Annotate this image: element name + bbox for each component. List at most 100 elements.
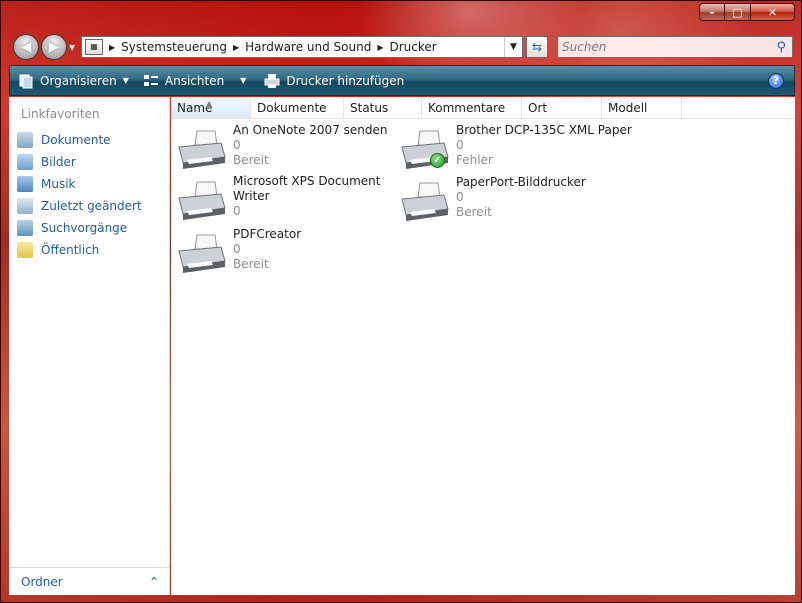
refresh-icon: ⇆ (531, 40, 543, 54)
recent-icon (17, 198, 33, 214)
printer-name-line2: Writer (233, 189, 270, 203)
folders-toggle[interactable]: Ordner ⌃ (9, 567, 169, 595)
printer-icon (178, 234, 226, 273)
column-header-row: ▲ Name Dokumente Status Kommentare Ort M… (171, 97, 795, 119)
printer-status: Bereit (456, 205, 492, 219)
minimize-button[interactable]: – (699, 3, 725, 21)
printer-item[interactable]: ✓ Brother DCP-135C XML Paper 0 Fehler (398, 123, 632, 171)
printer-item[interactable]: An OneNote 2007 senden 0 Bereit (175, 123, 387, 171)
printer-item[interactable]: PaperPort-Bilddrucker 0 Bereit (398, 175, 586, 223)
printer-documents: 0 (233, 242, 241, 256)
close-button[interactable]: ✕ (751, 3, 795, 21)
help-icon[interactable]: ? (768, 72, 784, 89)
column-label: Ort (528, 101, 548, 115)
crumb-separator-icon[interactable]: ▶ (377, 43, 383, 52)
add-printer-button[interactable]: Drucker hinzufügen (264, 66, 404, 95)
maximize-button[interactable]: □ (725, 3, 751, 21)
back-arrow-icon: ◀ (20, 39, 32, 55)
printer-status: Bereit (233, 153, 269, 167)
nav-item-label: Dokumente (41, 133, 111, 147)
nav-item-label: Zuletzt geändert (41, 199, 142, 213)
views-icon (143, 74, 158, 86)
column-label: Status (350, 101, 389, 115)
search-icon[interactable]: ⚲ (776, 40, 786, 55)
column-label: Modell (608, 101, 648, 115)
organize-icon (19, 74, 33, 88)
breadcrumb-systemsteuerung[interactable]: Systemsteuerung (121, 40, 227, 54)
printer-item[interactable]: Microsoft XPS Document Writer 0 (175, 174, 380, 222)
column-header-status[interactable]: Status (344, 97, 422, 118)
control-panel-icon: ▦ (85, 39, 103, 55)
caption-buttons: – □ ✕ (699, 3, 795, 21)
address-bar[interactable]: ▦ ▶ Systemsteuerung ▶ Hardware und Sound… (81, 36, 523, 58)
organize-menu[interactable]: Organisieren ▼ (18, 66, 129, 95)
nav-item-label: Suchvorgänge (41, 221, 128, 235)
back-button[interactable]: ◀ (13, 34, 39, 60)
file-list-pane: ▲ Name Dokumente Status Kommentare Ort M… (171, 97, 795, 595)
address-dropdown-icon[interactable]: ▼ (504, 37, 522, 57)
nav-item-label: Musik (41, 177, 76, 191)
default-printer-check-icon: ✓ (430, 153, 445, 168)
search-input[interactable] (558, 38, 758, 56)
music-icon (17, 176, 33, 192)
printer-status: Bereit (233, 257, 269, 271)
column-header-modell[interactable]: Modell (602, 97, 682, 118)
documents-icon (17, 132, 33, 148)
explorer-window: – □ ✕ ◀ ▶ ▼ ▦ ▶ Systemsteuerung ▶ Hardwa… (0, 0, 802, 603)
printer-documents: 0 (233, 138, 241, 152)
organize-label: Organisieren (40, 73, 117, 88)
nav-item-zuletzt-geaendert[interactable]: Zuletzt geändert (17, 195, 142, 217)
printer-icon (178, 130, 226, 169)
views-label: Ansichten (164, 73, 225, 88)
chevron-down-icon[interactable]: ▼ (240, 76, 246, 85)
printer-name: An OneNote 2007 senden (233, 123, 388, 137)
printer-icon-wrap: ✓ (398, 127, 450, 171)
column-header-kommentare[interactable]: Kommentare (422, 97, 522, 118)
column-label: Kommentare (428, 101, 506, 115)
breadcrumb-drucker[interactable]: Drucker (390, 40, 437, 54)
printer-icon (401, 182, 449, 221)
command-bar: Organisieren ▼ Ansichten ▼ Drucker hinzu… (9, 65, 795, 96)
nav-item-dokumente[interactable]: Dokumente (17, 129, 142, 151)
printer-documents: 0 (456, 138, 464, 152)
column-label: Dokumente (257, 101, 327, 115)
nav-item-bilder[interactable]: Bilder (17, 151, 142, 173)
searches-icon (17, 220, 33, 236)
printer-documents: 0 (233, 204, 241, 218)
public-folder-icon (17, 242, 33, 258)
forward-arrow-icon: ▶ (48, 39, 60, 55)
forward-button[interactable]: ▶ (41, 34, 67, 60)
nav-item-suchvorgaenge[interactable]: Suchvorgänge (17, 217, 142, 239)
refresh-button[interactable]: ⇆ (526, 36, 548, 58)
recent-pages-dropdown[interactable]: ▼ (69, 43, 75, 52)
nav-item-musik[interactable]: Musik (17, 173, 142, 195)
add-printer-icon (264, 73, 280, 88)
printer-name: PaperPort-Bilddrucker (456, 175, 586, 189)
sort-ascending-icon: ▲ (206, 99, 213, 108)
chevron-up-icon: ⌃ (148, 574, 159, 589)
printer-icon (178, 181, 226, 220)
printer-item[interactable]: PDFCreator 0 Bereit (175, 227, 301, 275)
crumb-separator-icon[interactable]: ▶ (109, 43, 115, 52)
favorite-links-heading: Linkfavoriten (21, 107, 100, 121)
column-header-ort[interactable]: Ort (522, 97, 602, 118)
nav-item-label: Öffentlich (41, 243, 100, 257)
crumb-separator-icon[interactable]: ▶ (233, 43, 239, 52)
breadcrumb-hardware-sound[interactable]: Hardware und Sound (245, 40, 371, 54)
nav-item-label: Bilder (41, 155, 76, 169)
printer-name: PDFCreator (233, 227, 302, 241)
add-printer-label: Drucker hinzufügen (286, 73, 405, 88)
column-header-name[interactable]: ▲ Name (171, 97, 251, 118)
printer-documents: 0 (456, 190, 464, 204)
nav-item-oeffentlich[interactable]: Öffentlich (17, 239, 142, 261)
search-box[interactable]: ⚲ (557, 36, 793, 58)
views-menu[interactable]: Ansichten ▼ (143, 66, 246, 95)
folders-label: Ordner (21, 574, 63, 589)
printer-name: Microsoft XPS Document (233, 174, 381, 188)
chevron-down-icon: ▼ (122, 76, 129, 85)
printer-status: Fehler (456, 153, 493, 167)
printer-name: Brother DCP-135C XML Paper (456, 123, 632, 137)
navigation-pane: Linkfavoriten Dokumente Bilder Musik Zul… (9, 97, 170, 595)
column-header-dokumente[interactable]: Dokumente (251, 97, 344, 118)
pictures-icon (17, 154, 33, 170)
